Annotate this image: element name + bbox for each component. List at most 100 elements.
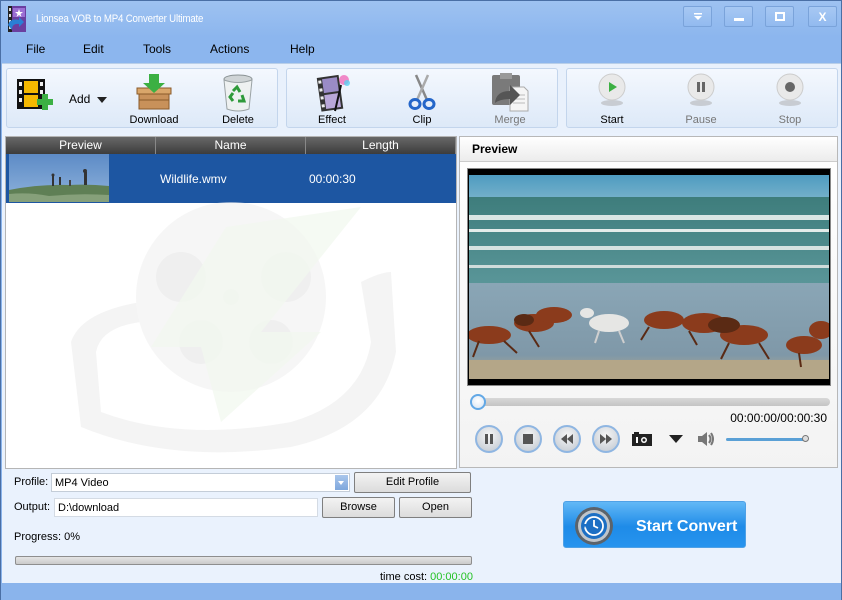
film-reel-watermark-icon (71, 202, 396, 453)
close-icon: X (818, 9, 827, 24)
file-thumbnail (9, 154, 109, 202)
volume-handle[interactable] (802, 435, 809, 442)
file-list-row[interactable]: Wildlife.wmv 00:00:30 (6, 154, 456, 203)
add-video-icon (17, 79, 53, 110)
player-pause-button[interactable] (475, 425, 503, 453)
menu-help[interactable]: Help (290, 42, 315, 56)
profile-value: MP4 Video (55, 477, 109, 489)
download-button[interactable]: Download (119, 71, 189, 127)
help-dropdown-button[interactable] (683, 6, 712, 27)
effect-film-icon (316, 74, 350, 112)
player-stop-button[interactable] (514, 425, 542, 453)
chevron-down-icon[interactable] (335, 475, 348, 490)
progress-label: Progress: 0% (14, 531, 81, 543)
output-path-input[interactable] (55, 499, 317, 516)
preview-header: Preview (460, 137, 837, 162)
stop-icon (776, 73, 804, 106)
menu-bar: File Edit Tools Actions Help (1, 37, 841, 63)
close-button[interactable]: X (808, 6, 837, 27)
browse-button[interactable]: Browse (322, 497, 395, 518)
stop-button[interactable]: Stop (755, 71, 825, 127)
player-rewind-button[interactable] (553, 425, 581, 453)
recycle-bin-icon (223, 74, 253, 112)
start-convert-button[interactable]: Start Convert (563, 501, 746, 548)
pause-button[interactable]: Pause (666, 71, 736, 127)
delete-button[interactable]: Delete (203, 71, 273, 127)
maximize-button[interactable] (765, 6, 794, 27)
download-label: Download (129, 114, 179, 126)
profile-select[interactable]: MP4 Video (51, 473, 350, 492)
merge-button[interactable]: Merge (475, 71, 545, 127)
play-icon (598, 73, 626, 106)
add-label: Add (69, 92, 91, 106)
preview-panel: Preview 00:00:00/00:00:30 (459, 136, 838, 468)
output-path-container (54, 498, 318, 517)
seek-bar[interactable] (470, 398, 830, 406)
video-frame-image (469, 175, 829, 379)
status-bar (1, 583, 841, 600)
merge-icon (492, 73, 529, 112)
clip-label: Clip (412, 114, 432, 126)
toolbar: Add Download Delete Effect Clip Merge St… (2, 63, 841, 133)
minimize-icon (733, 17, 744, 21)
open-button[interactable]: Open (399, 497, 472, 518)
column-header-name[interactable]: Name (156, 137, 306, 154)
preview-title: Preview (472, 142, 518, 156)
output-label: Output: (14, 501, 51, 513)
rewind-icon (561, 434, 573, 444)
effect-label: Effect (318, 114, 346, 126)
time-cost-value: 00:00:00 (430, 571, 473, 583)
delete-label: Delete (222, 114, 254, 126)
clip-button[interactable]: Clip (387, 71, 457, 127)
profile-label: Profile: (14, 476, 49, 488)
effect-button[interactable]: Effect (297, 71, 367, 127)
minimize-button[interactable] (724, 6, 753, 27)
time-cost-label: time cost: (380, 571, 428, 583)
toolbar-group-edit: Effect Clip Merge (286, 68, 558, 128)
merge-label: Merge (494, 114, 526, 126)
file-list-header: Preview Name Length (6, 137, 456, 154)
file-length: 00:00:30 (309, 172, 356, 186)
stop-icon (523, 434, 533, 444)
column-header-length[interactable]: Length (306, 137, 456, 154)
pause-icon (485, 434, 493, 444)
pause-icon (687, 73, 715, 106)
clock-convert-icon (575, 507, 613, 545)
title-bar[interactable]: Lionsea VOB to MP4 Converter Ultimate X (1, 1, 841, 37)
start-convert-label: Start Convert (636, 518, 738, 535)
seek-handle[interactable] (470, 394, 486, 410)
toolbar-group-file: Add Download Delete (6, 68, 278, 128)
volume-icon[interactable] (698, 431, 716, 447)
snapshot-dropdown-icon[interactable] (669, 435, 683, 443)
app-logo-icon (8, 6, 26, 32)
video-player[interactable] (467, 168, 831, 386)
volume-slider[interactable] (726, 438, 806, 441)
stop-label: Stop (778, 114, 802, 126)
edit-profile-button[interactable]: Edit Profile (354, 472, 471, 493)
add-button[interactable]: Add (11, 71, 111, 127)
fast-forward-icon (600, 434, 612, 444)
camera-snapshot-icon[interactable] (632, 432, 652, 446)
app-window: Lionsea VOB to MP4 Converter Ultimate X … (0, 0, 842, 600)
column-header-preview[interactable]: Preview (6, 137, 156, 154)
window-title: Lionsea VOB to MP4 Converter Ultimate (36, 13, 204, 25)
pause-label: Pause (685, 114, 717, 126)
menu-file[interactable]: File (26, 42, 45, 56)
menu-actions[interactable]: Actions (210, 42, 249, 56)
menu-edit[interactable]: Edit (83, 42, 104, 56)
playback-time: 00:00:00/00:00:30 (730, 411, 827, 425)
start-label: Start (600, 114, 624, 126)
progress-bar (15, 556, 472, 565)
dropdown-menu-icon (693, 13, 702, 20)
menu-tools[interactable]: Tools (143, 42, 171, 56)
toolbar-group-conversion: Start Pause Stop (566, 68, 838, 128)
file-list[interactable]: Preview Name Length Wildlife.wmv 00:00:3… (5, 136, 457, 469)
scissors-icon (408, 74, 436, 110)
player-forward-button[interactable] (592, 425, 620, 453)
maximize-icon (774, 12, 785, 21)
download-box-icon (136, 74, 172, 110)
add-dropdown-arrow-icon[interactable] (97, 97, 107, 103)
start-button[interactable]: Start (577, 71, 647, 127)
time-cost: time cost: 00:00:00 (380, 571, 473, 583)
file-name: Wildlife.wmv (160, 172, 227, 186)
